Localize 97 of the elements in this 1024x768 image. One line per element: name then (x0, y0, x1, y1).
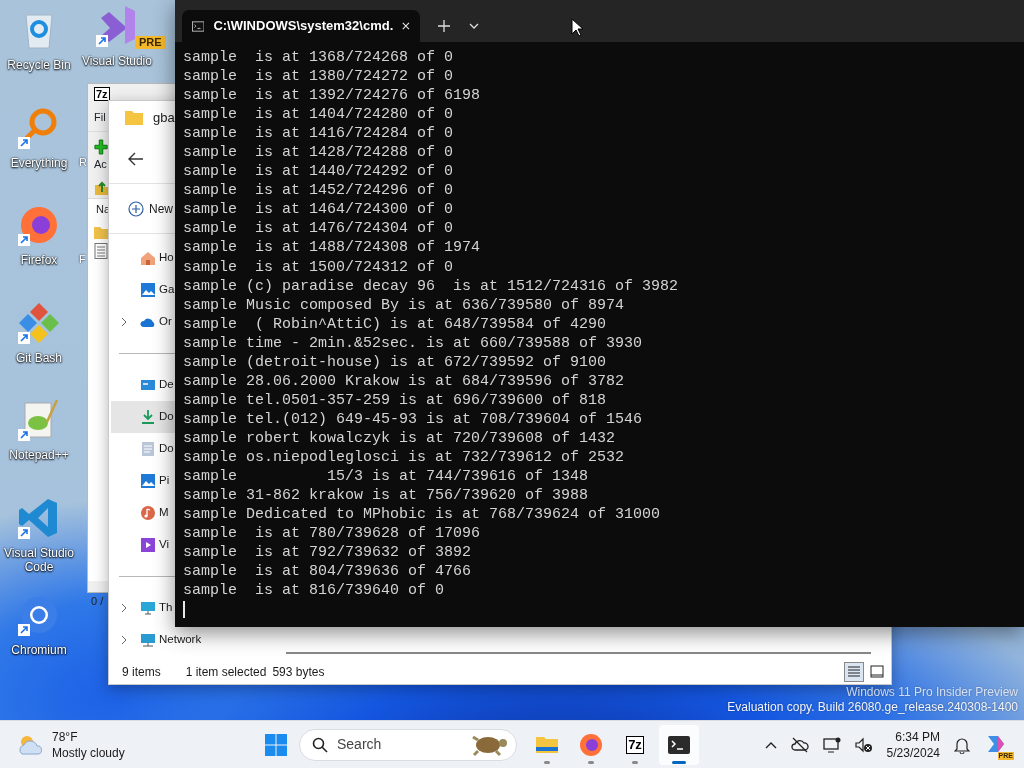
nav-item[interactable]: Vi (109, 529, 175, 561)
mouse-pointer-icon (571, 18, 583, 37)
chevron-down-icon[interactable] (469, 23, 479, 29)
app-logo: 7z (94, 87, 110, 101)
terminal-line: sample Music composed By is at 636/739580 of 8974 (183, 295, 626, 315)
terminal-line: sample is at 1452/724296 of 0 (183, 181, 455, 201)
chevron-right-icon[interactable] (121, 603, 127, 613)
nav-item[interactable]: Th (109, 592, 175, 624)
terminal-line: sample 31-862 krakow is at 756/739620 of 3988 (183, 486, 590, 506)
terminal-line: sample is at 804/739636 of 4766 (183, 562, 473, 582)
terminal-line: sample is at 1476/724304 of 0 (183, 219, 455, 239)
terminal-line: sample is at 1368/724268 of 0 (183, 48, 455, 68)
terminal-line: sample (c) paradise decay 96 is at 1512/724316 of 3982 (183, 276, 680, 296)
terminal-line: sample ( Robin^AttiC) is at 648/739584 of 4290 (183, 314, 608, 334)
nav-item[interactable]: Ga (109, 274, 175, 306)
window-tab[interactable]: gba (153, 107, 175, 128)
status-text: 0 / (91, 594, 104, 607)
desktop-icon (140, 377, 156, 393)
monitor-icon (140, 600, 156, 616)
text-file-icon[interactable] (94, 242, 108, 259)
status-text: 593 bytes (272, 664, 325, 681)
diamonds-logo-icon[interactable] (17, 300, 61, 345)
bell-icon[interactable] (954, 735, 970, 754)
terminal-tab[interactable]: C:\WINDOWS\system32\cmd. (182, 10, 420, 42)
tab-title: C:\WINDOWS\system32\cmd. (213, 17, 394, 36)
terminal-line: sample Dedicated to MPhobic is at 768/739624 of 31000 (183, 505, 662, 525)
network-icon (140, 632, 156, 648)
search-field[interactable]: Search (299, 728, 517, 761)
nav-item[interactable]: Or (109, 306, 175, 338)
status-text: 1 item selected (185, 664, 267, 681)
terminal-line: sample is at 1392/724276 of 6198 (183, 86, 482, 106)
terminal-prompt-icon (192, 19, 205, 33)
cloud-off-icon[interactable] (790, 736, 809, 753)
back-arrow-icon[interactable] (128, 151, 144, 166)
close-icon[interactable] (402, 21, 410, 31)
terminal-line: sample is at 792/739632 of 3892 (183, 543, 473, 563)
terminal-line: sample tel.(012) 649-45-93 is at 708/739604 of 1546 (183, 409, 644, 429)
new-button[interactable]: New (128, 199, 173, 218)
terminal-line: sample 15/3 is at 744/739616 of 1348 (183, 467, 590, 487)
chevron-up-icon[interactable] (764, 740, 777, 749)
taskbar-app[interactable] (659, 724, 699, 765)
terminal-line: sample tel.0501-357-259 is at 696/739600 of 818 (183, 390, 608, 410)
terminal-line: sample is at 816/739640 of 0 (183, 581, 446, 601)
picture-icon (140, 282, 156, 298)
terminal-line: sample is at 1380/724272 of 0 (183, 67, 455, 87)
document-icon (140, 441, 156, 457)
terminal-line: sample is at 1440/724292 of 0 (183, 162, 455, 182)
icon-label[interactable]: Chromium (11, 643, 67, 657)
preview-pane-icon (869, 664, 885, 680)
nav-item[interactable]: Ho (109, 242, 175, 274)
terminal-line: sample 28.06.2000 Krakow is at 684/739596 of 3782 (183, 371, 626, 391)
pre-badge: PRE (135, 36, 166, 49)
music-icon (140, 505, 156, 521)
terminal-line: sample is at 1428/724288 of 0 (183, 143, 455, 163)
nav-item[interactable]: Pi (109, 465, 175, 497)
plus-circle-icon (128, 200, 144, 217)
nav-item[interactable]: Do (109, 433, 175, 465)
nav-item[interactable]: De (109, 369, 175, 401)
search-icon (312, 736, 328, 753)
list-view-icon (846, 664, 862, 680)
text-cursor (183, 601, 185, 619)
terminal-line: sample is at 1416/724284 of 0 (183, 124, 455, 144)
nav-item[interactable]: M (109, 497, 175, 529)
video-icon (140, 537, 156, 553)
clock[interactable]: 6:34 PM 5/23/2024 (886, 728, 940, 761)
nav-item[interactable]: Network (109, 624, 202, 656)
os-notice: Evaluation copy. Build 26080.ge_release.240308-1400 (727, 700, 1018, 715)
terminal-line: sample is at 1404/724280 of 0 (183, 105, 455, 125)
nav-item[interactable]: Do (111, 401, 177, 433)
folder-up-icon[interactable] (94, 179, 110, 196)
terminal-line: sample os.niepodleglosci is at 732/739612 of 2532 (183, 448, 626, 468)
menu-item[interactable]: Fil (94, 109, 106, 126)
terminal-line: sample is at 1500/724312 of 0 (183, 257, 455, 277)
status-text: 9 items (122, 664, 161, 681)
terminal-line: sample is at 1464/724300 of 0 (183, 200, 455, 220)
os-notice: Windows 11 Pro Insider Preview (846, 685, 1018, 700)
weather-text[interactable]: 78°F Mostly cloudy (52, 728, 125, 761)
download-icon (140, 409, 156, 425)
chevron-right-icon[interactable] (121, 317, 127, 327)
plus-icon (94, 138, 108, 156)
terminal-line: sample time - 2min.&52sec. is at 660/739588 of 3930 (183, 333, 644, 353)
browser-logo-icon (579, 732, 603, 757)
house-icon (140, 250, 156, 266)
scrollbar-track[interactable] (286, 652, 871, 654)
taskbar-app[interactable]: 7z (615, 724, 655, 765)
terminal-line: sample is at 1488/724308 of 1974 (183, 238, 482, 258)
add-button[interactable]: Ac (94, 138, 108, 173)
start-icon[interactable] (265, 733, 287, 756)
chevron-right-icon[interactable] (121, 635, 127, 645)
list-view-button[interactable] (844, 662, 864, 682)
terminal-line: sample (detroit-house) is at 672/739592 of 9100 (183, 352, 608, 372)
terminal-line: sample robert kowalczyk is at 720/739608 of 1432 (183, 428, 617, 448)
plus-icon[interactable] (438, 20, 450, 32)
picture-icon (140, 473, 156, 489)
display-icon[interactable] (822, 736, 841, 753)
speaker-muted-icon[interactable] (854, 736, 873, 753)
terminal-line: sample is at 780/739628 of 17096 (183, 524, 482, 544)
